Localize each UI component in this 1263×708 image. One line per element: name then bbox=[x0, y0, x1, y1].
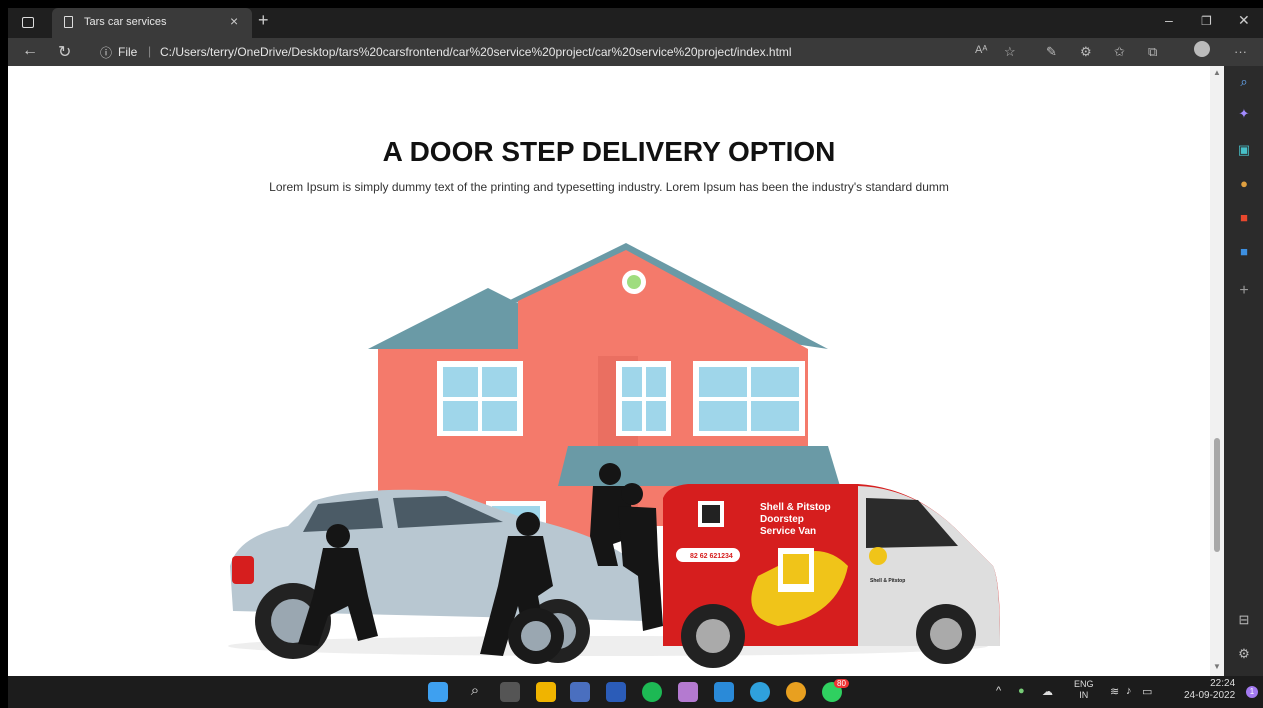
date: 24-09-2022 bbox=[1184, 690, 1236, 701]
time: 22:24 bbox=[1210, 678, 1236, 689]
start-icon[interactable] bbox=[428, 682, 448, 702]
scroll-down-arrow-icon[interactable]: ▼ bbox=[1213, 662, 1221, 671]
van-title-line1: Shell & Pitstop bbox=[760, 502, 831, 513]
show-hidden-icons[interactable]: ^ bbox=[996, 685, 1001, 697]
minimize-button[interactable]: – bbox=[1165, 12, 1173, 28]
doorstep-illustration: Shell & Pitstop Doorstep Service Van 82 … bbox=[228, 243, 1000, 668]
lang-top: ENG bbox=[1074, 679, 1094, 689]
lang-bottom: IN bbox=[1079, 690, 1089, 700]
scroll-up-arrow-icon[interactable]: ▲ bbox=[1213, 68, 1221, 77]
url-prefix: File bbox=[118, 45, 138, 59]
task-view-icon[interactable] bbox=[500, 682, 520, 702]
refresh-button[interactable]: ↻ bbox=[58, 42, 71, 62]
read-aloud-icon[interactable]: Aᴬ bbox=[975, 44, 987, 56]
url-separator: | bbox=[148, 44, 152, 58]
add-sidebar-app-icon[interactable]: + bbox=[1234, 282, 1254, 300]
search-icon[interactable]: ⌕ bbox=[1234, 74, 1254, 92]
hide-sidebar-icon[interactable]: ⊟ bbox=[1234, 612, 1254, 630]
edge-sidebar: ⌕ ✦ ▣ ● ■ ■ + ⊟ ⚙ bbox=[1224, 66, 1263, 676]
tray-app-icon[interactable]: ● bbox=[1018, 685, 1025, 697]
volume-icon[interactable]: ♪ bbox=[1126, 685, 1132, 697]
info-icon[interactable]: ⓘ bbox=[100, 44, 112, 61]
scroll-thumb[interactable] bbox=[1214, 438, 1220, 552]
discover-icon[interactable]: ✦ bbox=[1234, 106, 1254, 124]
language-indicator[interactable]: ENG IN bbox=[1074, 679, 1094, 701]
page-scrollbar[interactable]: ▲ ▼ bbox=[1210, 66, 1224, 676]
porch-roof bbox=[558, 446, 840, 486]
close-tab-icon[interactable]: × bbox=[230, 13, 238, 29]
settings-more-icon[interactable]: ··· bbox=[1234, 44, 1247, 59]
service-van bbox=[663, 484, 1000, 668]
van-title-line3: Service Van bbox=[760, 526, 816, 537]
page-paragraph: Lorem Ipsum is simply dummy text of the … bbox=[269, 180, 949, 194]
file-explorer-icon[interactable] bbox=[536, 682, 556, 702]
outlook-icon[interactable]: ■ bbox=[1234, 244, 1254, 262]
sidebar-settings-icon[interactable]: ⚙ bbox=[1234, 646, 1254, 664]
vscode-icon[interactable] bbox=[714, 682, 734, 702]
onedrive-icon[interactable]: ☁ bbox=[1042, 685, 1053, 698]
word-icon[interactable] bbox=[606, 682, 626, 702]
address-bar-row: ← ↻ ⓘ File | C:/Users/terry/OneDrive/Des… bbox=[8, 38, 1263, 66]
back-button[interactable]: ← bbox=[22, 42, 38, 60]
van-title-line2: Doorstep bbox=[760, 514, 804, 525]
profile-avatar[interactable] bbox=[1194, 41, 1210, 57]
address-bar[interactable]: ⓘ File | C:/Users/terry/OneDrive/Desktop… bbox=[90, 40, 970, 64]
new-tab-button[interactable]: + bbox=[258, 10, 269, 31]
round-window-icon bbox=[627, 275, 641, 289]
chrome-icon[interactable] bbox=[786, 682, 806, 702]
browser-tab-bar: Tars car services × + – ❐ ✕ bbox=[8, 8, 1263, 38]
extension-icon[interactable]: ✎ bbox=[1046, 44, 1057, 60]
whatsapp-badge: 80 bbox=[834, 679, 849, 688]
van-brand: Shell & Pitstop bbox=[870, 578, 905, 584]
shopping-icon[interactable]: ▣ bbox=[1234, 142, 1254, 160]
tools-icon[interactable]: ● bbox=[1234, 176, 1254, 194]
battery-icon[interactable]: ▭ bbox=[1142, 685, 1152, 698]
van-phone: 82 62 621234 bbox=[690, 553, 733, 560]
windows-taskbar: ⌕ 80 ^ ● ☁ ENG IN ≋ ♪ ▭ 22:24 24-09-2022… bbox=[8, 676, 1263, 708]
page-icon bbox=[64, 16, 73, 28]
app-icon[interactable] bbox=[678, 682, 698, 702]
page-heading: A DOOR STEP DELIVERY OPTION bbox=[382, 136, 836, 167]
add-favorite-icon[interactable]: ☆ bbox=[1004, 44, 1016, 60]
search-taskbar-icon[interactable]: ⌕ bbox=[465, 682, 485, 702]
restore-button[interactable]: ❐ bbox=[1201, 14, 1212, 28]
favorites-icon[interactable]: ✩ bbox=[1114, 44, 1125, 60]
url-text[interactable]: C:/Users/terry/OneDrive/Desktop/tars%20c… bbox=[160, 45, 792, 59]
store-icon[interactable] bbox=[570, 682, 590, 702]
spotify-icon[interactable] bbox=[642, 682, 662, 702]
wifi-icon[interactable]: ≋ bbox=[1110, 685, 1119, 698]
extensions-icon[interactable]: ⚙ bbox=[1080, 44, 1092, 60]
office-icon[interactable]: ■ bbox=[1234, 210, 1254, 228]
browser-tab[interactable]: Tars car services × bbox=[52, 8, 252, 38]
edge-icon[interactable] bbox=[750, 682, 770, 702]
collections-icon[interactable]: ⧉ bbox=[1148, 44, 1157, 60]
tab-actions-icon[interactable] bbox=[22, 17, 34, 28]
clock[interactable]: 22:24 24-09-2022 bbox=[1184, 678, 1235, 702]
close-window-button[interactable]: ✕ bbox=[1238, 12, 1250, 29]
web-page: A DOOR STEP DELIVERY OPTION Lorem Ipsum … bbox=[8, 66, 1210, 676]
notification-badge[interactable]: 1 bbox=[1246, 686, 1258, 698]
tab-title: Tars car services bbox=[84, 16, 167, 28]
